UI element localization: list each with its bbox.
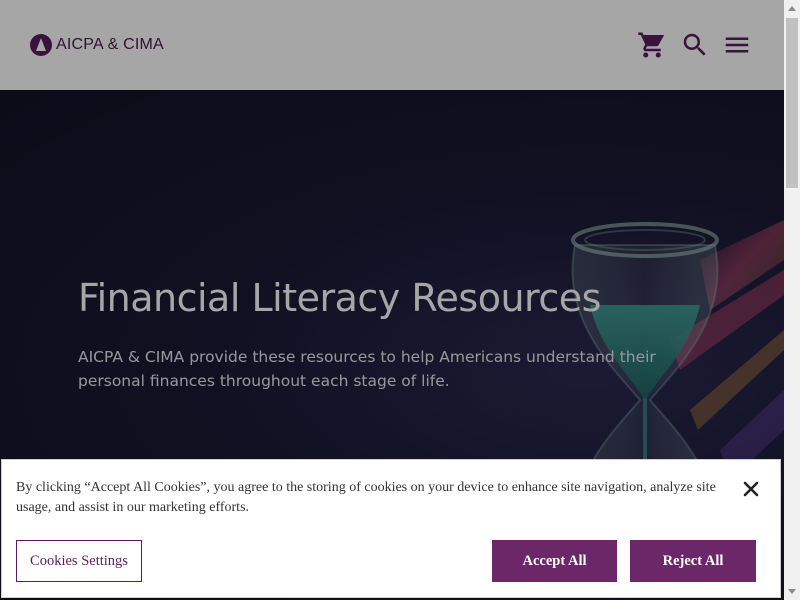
scroll-up-icon[interactable] <box>788 6 796 11</box>
reject-all-button[interactable]: Reject All <box>630 540 756 582</box>
cookies-settings-button[interactable]: Cookies Settings <box>16 540 142 582</box>
page-scrollbar[interactable] <box>784 0 800 600</box>
scroll-thumb[interactable] <box>786 18 798 188</box>
cookie-text: By clicking “Accept All Cookies”, you ag… <box>16 480 716 515</box>
cookie-banner: By clicking “Accept All Cookies”, you ag… <box>1 459 781 598</box>
scroll-down-icon[interactable] <box>788 589 796 594</box>
close-icon[interactable] <box>740 478 762 500</box>
accept-all-button[interactable]: Accept All <box>492 540 617 582</box>
